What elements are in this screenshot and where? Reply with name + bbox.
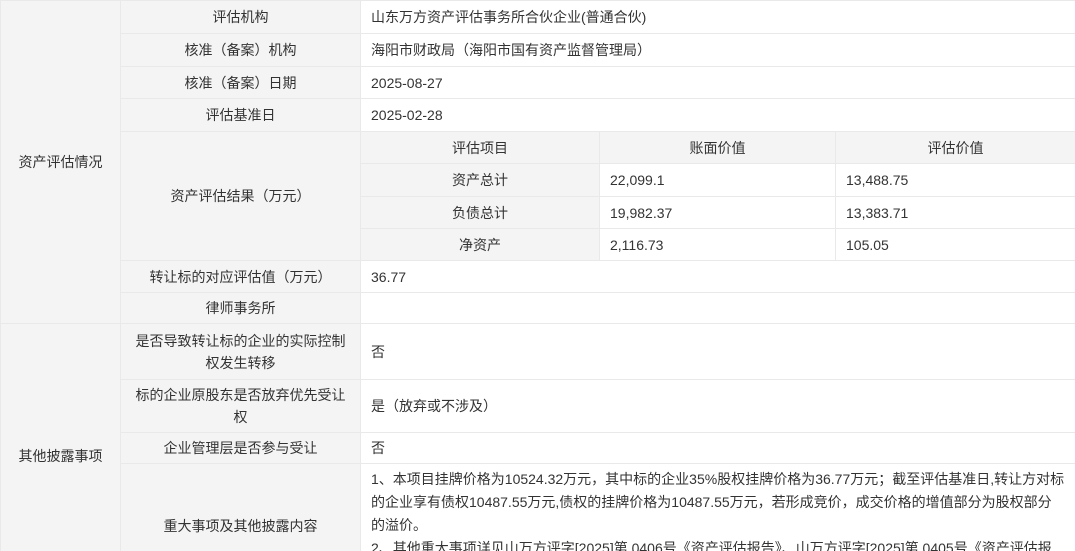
field-value-valuation-base-date: 2025-02-28 <box>361 99 1075 132</box>
field-label-control-transfer: 是否导致转让标的企业的实际控制权发生转移 <box>121 324 361 380</box>
subtable-book-value-net-assets: 2,116.73 <box>600 229 836 261</box>
field-value-evaluation-agency: 山东万方资产评估事务所合伙企业(普通合伙) <box>361 1 1075 34</box>
section-title-other-disclosures: 其他披露事项 <box>1 324 121 551</box>
field-label-valuation-base-date: 评估基准日 <box>121 99 361 132</box>
subtable-assessed-value-net-assets: 105.05 <box>836 229 1075 261</box>
field-label-transfer-target-value: 转让标的对应评估值（万元） <box>121 261 361 293</box>
asset-evaluation-page: 资产评估情况 评估机构 山东万方资产评估事务所合伙企业(普通合伙) 核准（备案）… <box>0 0 1075 551</box>
field-value-approval-agency: 海阳市财政局（海阳市国有资产监督管理局） <box>361 34 1075 67</box>
field-label-law-firm: 律师事务所 <box>121 293 361 324</box>
field-value-law-firm <box>361 293 1075 324</box>
subtable-item-total-assets: 资产总计 <box>361 164 600 197</box>
field-label-management-participation: 企业管理层是否参与受让 <box>121 433 361 464</box>
field-label-preemptive-right-waiver: 标的企业原股东是否放弃优先受让权 <box>121 380 361 433</box>
asset-evaluation-table: 资产评估情况 评估机构 山东万方资产评估事务所合伙企业(普通合伙) 核准（备案）… <box>0 0 1075 551</box>
field-label-major-matters: 重大事项及其他披露内容 <box>121 464 361 551</box>
field-label-valuation-result: 资产评估结果（万元） <box>121 132 361 261</box>
field-value-major-matters: 1、本项目挂牌价格为10524.32万元，其中标的企业35%股权挂牌价格为36.… <box>361 464 1075 551</box>
field-value-management-participation: 否 <box>361 433 1075 464</box>
subtable-header-book-value: 账面价值 <box>600 132 836 164</box>
section-title-asset-evaluation: 资产评估情况 <box>1 1 121 324</box>
disclosure-paragraph-1: 1、本项目挂牌价格为10524.32万元，其中标的企业35%股权挂牌价格为36.… <box>371 468 1065 537</box>
disclosure-paragraph-2: 2、其他重大事项详见山万方评字[2025]第 0406号《资产评估报告》、山万方… <box>371 537 1065 551</box>
subtable-book-value-total-liabilities: 19,982.37 <box>600 197 836 229</box>
field-value-transfer-target-value: 36.77 <box>361 261 1075 293</box>
subtable-book-value-total-assets: 22,099.1 <box>600 164 836 197</box>
subtable-header-item: 评估项目 <box>361 132 600 164</box>
field-label-evaluation-agency: 评估机构 <box>121 1 361 34</box>
subtable-assessed-value-total-liabilities: 13,383.71 <box>836 197 1075 229</box>
field-label-approval-agency: 核准（备案）机构 <box>121 34 361 67</box>
field-label-approval-date: 核准（备案）日期 <box>121 67 361 99</box>
field-value-control-transfer: 否 <box>361 324 1075 380</box>
field-value-approval-date: 2025-08-27 <box>361 67 1075 99</box>
subtable-header-assessed-value: 评估价值 <box>836 132 1075 164</box>
subtable-assessed-value-total-assets: 13,488.75 <box>836 164 1075 197</box>
field-value-preemptive-right-waiver: 是（放弃或不涉及） <box>361 380 1075 433</box>
subtable-item-net-assets: 净资产 <box>361 229 600 261</box>
subtable-item-total-liabilities: 负债总计 <box>361 197 600 229</box>
